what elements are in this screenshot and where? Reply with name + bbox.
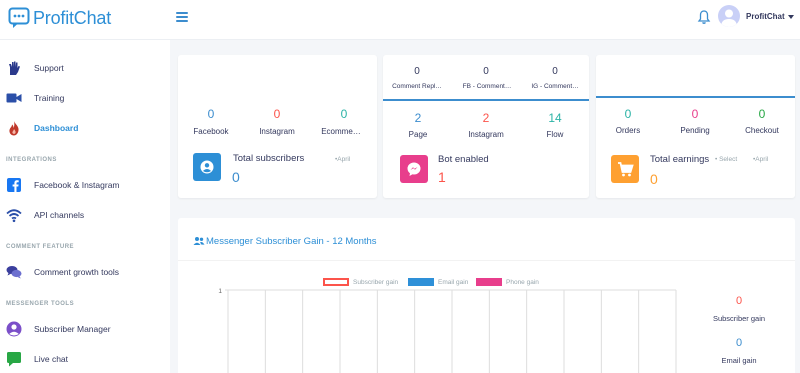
sidebar-item-label: API channels [34,210,85,220]
legend-swatch [476,278,502,286]
subscriber-gain-card: Messenger Subscriber Gain - 12 Months Su… [178,218,795,373]
chart-header-divider [178,260,795,261]
facebook-icon [7,178,21,192]
facebook-label: Facebook [193,127,229,136]
sidebar: Support Training Dashboard INTEGRATIONS … [0,40,170,373]
ig-comment-count: 0 [552,66,558,77]
user-circle-icon [6,321,22,337]
checkout-count: 0 [758,107,766,121]
pending-label: Pending [680,126,710,135]
page-count: 2 [414,111,422,125]
instagram-label: Instagram [259,127,295,136]
brand-name: ProfitChat [33,7,112,28]
comments-icon [6,266,22,279]
notification-bell-icon[interactable] [697,9,711,25]
sidebar-item-subscriber-manager[interactable]: Subscriber Manager [0,318,170,340]
orders-count: 0 [624,107,632,121]
page-label: Page [408,130,428,139]
fb-comment-count: 0 [483,66,489,77]
sidebar-item-label: Support [34,63,64,73]
facebook-count: 0 [207,107,215,121]
earnings-select[interactable]: • Select [715,156,737,163]
comment-reply-count: 0 [414,66,420,77]
total-subscribers-title: Total subscribers [233,153,305,164]
subscribers-tile-icon [193,153,221,181]
chat-bubble-icon [7,352,21,367]
sidebar-item-training[interactable]: Training [0,87,170,109]
total-earnings-value: 0 [650,171,658,187]
ig-comment-label: IG - Comment… [531,83,579,90]
pending-count: 0 [691,107,699,121]
sidebar-item-label: Subscriber Manager [34,324,111,334]
top-navbar: ProfitChat ProfitChat [0,0,800,40]
sidebar-item-dashboard[interactable]: Dashboard [0,117,170,139]
sidebar-item-label: Live chat [34,354,69,364]
sidebar-item-api-channels[interactable]: API channels [0,204,170,226]
earnings-card: 0 Orders 0 Pending 0 Checkout Total earn… [596,55,795,198]
legend-swatch [408,278,434,286]
total-subscribers-value: 0 [232,169,240,185]
instagram-bot-label: Instagram [468,130,504,139]
subscribers-card: 0 Facebook 0 Instagram 0 Ecomme… Total s… [178,55,377,198]
legend-phone-gain[interactable]: Phone gain [476,278,539,286]
total-earnings-title: Total earnings [650,154,710,165]
comment-reply-label: Comment Repl… [392,83,442,90]
users-icon [193,237,205,245]
subscriber-gain-chart: 1 [218,288,677,373]
chart-title: Messenger Subscriber Gain - 12 Months [206,236,377,247]
email-gain-value: 0 [735,337,743,349]
y-tick-label: 1 [218,288,222,295]
flow-count: 14 [548,111,562,125]
ecommerce-label: Ecomme… [321,127,361,136]
sidebar-item-live-chat[interactable]: Live chat [0,348,170,370]
sidebar-item-facebook-instagram[interactable]: Facebook & Instagram [0,174,170,196]
sidebar-item-support[interactable]: Support [0,57,170,79]
wifi-icon [6,209,22,223]
sidebar-item-label: Comment growth tools [34,267,120,277]
video-camera-icon [6,93,22,103]
subscriber-gain-value: 0 [735,295,743,307]
section-heading-integrations: INTEGRATIONS [6,157,57,163]
instagram-bot-count: 2 [482,111,490,125]
subscriber-gain-label: Subscriber gain [712,314,766,323]
sidebar-item-label: Training [34,93,65,103]
messenger-tile-icon [400,155,428,183]
legend-swatch [323,278,349,286]
legend-email-gain[interactable]: Email gain [408,278,468,286]
section-divider [596,96,795,98]
bot-enabled-title: Bot enabled [438,154,489,165]
earnings-period[interactable]: •April [753,156,768,163]
user-dropdown-caret-icon[interactable] [788,15,794,19]
bot-enabled-value: 1 [438,169,446,185]
sidebar-item-label: Facebook & Instagram [34,180,120,190]
user-name[interactable]: ProfitChat [746,12,785,21]
flow-label: Flow [546,130,564,139]
email-gain-label: Email gain [721,356,757,365]
user-avatar[interactable] [718,5,740,27]
section-divider [383,99,589,101]
hand-icon [9,61,20,75]
bot-card: 0 Comment Repl… 0 FB - Comment… 0 IG - C… [383,55,589,198]
legend-label: Phone gain [506,278,539,286]
cart-tile-icon [611,155,639,183]
fire-icon [9,121,19,136]
section-heading-comment-feature: COMMENT FEATURE [6,244,75,250]
section-heading-messenger-tools: MESSENGER TOOLS [6,301,75,307]
user-silhouette-icon [721,9,737,27]
legend-subscriber-gain[interactable]: Subscriber gain [323,278,398,286]
chat-bubble-logo-icon [8,7,30,28]
subscribers-period[interactable]: •April [335,156,350,163]
checkout-label: Checkout [745,126,779,135]
brand-logo[interactable]: ProfitChat [8,6,111,30]
menu-toggle-icon[interactable] [176,11,188,23]
instagram-count: 0 [273,107,281,121]
ecommerce-count: 0 [340,107,348,121]
legend-label: Email gain [438,278,469,286]
sidebar-item-label: Dashboard [34,123,79,133]
sidebar-item-comment-growth-tools[interactable]: Comment growth tools [0,261,170,283]
orders-label: Orders [615,126,641,135]
fb-comment-label: FB - Comment… [462,83,512,90]
legend-label: Subscriber gain [353,278,399,286]
